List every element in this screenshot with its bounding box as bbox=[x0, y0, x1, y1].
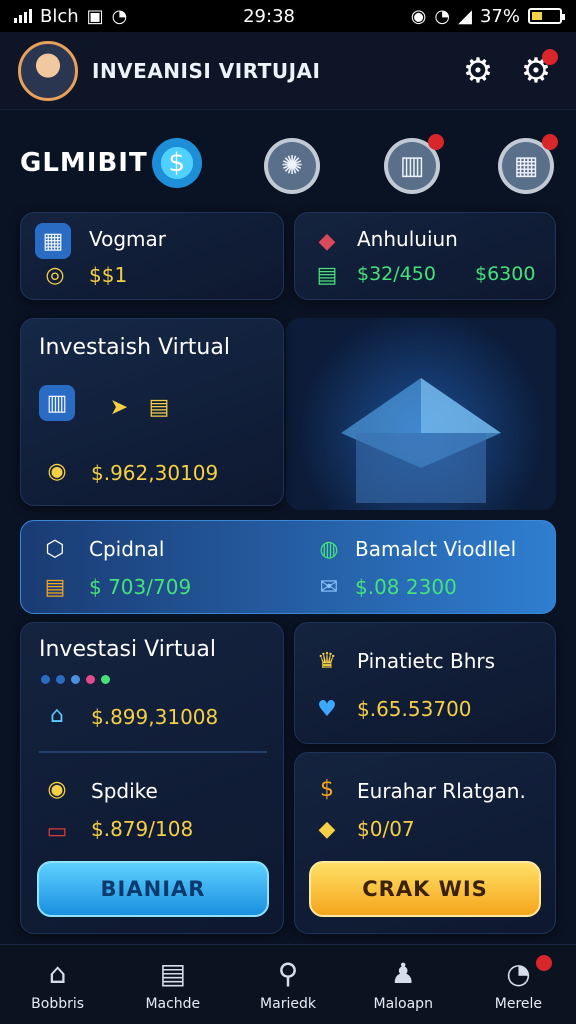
sim-icon: ▣ bbox=[86, 5, 104, 27]
bianiar-button[interactable]: BIANIAR bbox=[37, 861, 269, 917]
page-title: INVEANISI VIRTUJAI bbox=[92, 58, 321, 83]
divider bbox=[39, 751, 267, 753]
card-value: $$1 bbox=[89, 263, 128, 287]
app-header: INVEANISI VIRTUJAI ⚙ ⚙ bbox=[0, 32, 576, 110]
gold-stack-icon: ▤ bbox=[148, 394, 170, 420]
dollar-coin-icon[interactable]: $ bbox=[151, 138, 202, 188]
profile-icon: ◔ bbox=[506, 957, 531, 990]
summary-banner[interactable]: ⬡ Cpidnal ▤ $ 703/709 ◍ Bamalct Viodllel… bbox=[20, 520, 556, 614]
nav-label: Merele bbox=[494, 996, 543, 1012]
notification-badge bbox=[542, 134, 558, 150]
carrier-label: Blch bbox=[40, 5, 79, 27]
battery-level bbox=[532, 12, 542, 20]
search-settings-icon[interactable]: ⚙ bbox=[456, 49, 500, 93]
dollar-box-icon: $ bbox=[320, 776, 334, 802]
arrow-icon: ➤ bbox=[109, 394, 129, 420]
card-value: $.65.53700 bbox=[357, 697, 472, 721]
search-icon: ⚲ bbox=[277, 957, 299, 990]
card-title: Pinatietc Bhrs bbox=[357, 649, 496, 673]
wifi-icon: ◔ bbox=[111, 5, 128, 27]
battery-percent: 37% bbox=[479, 5, 520, 27]
nav-label: Mariedk bbox=[260, 996, 316, 1012]
alarm-icon: ◉ bbox=[410, 5, 427, 27]
anhuluiun-card[interactable]: ◆ Anhuluiun ▤ $32/450 $6300 bbox=[294, 212, 556, 300]
envelope-icon: ✉ bbox=[319, 574, 339, 600]
cash-icon: ▤ bbox=[316, 262, 338, 288]
user-icon: ♟ bbox=[390, 957, 416, 990]
crak-wis-button[interactable]: CRAK WIS bbox=[309, 861, 541, 917]
card-title: Investaish Virtual bbox=[39, 335, 230, 360]
cell-signal-icon: ◢ bbox=[458, 5, 472, 27]
bar-chart-icon[interactable]: ▦ bbox=[498, 134, 558, 194]
card-value: $.899,31008 bbox=[91, 705, 219, 729]
bottom-nav: ⌂ Bobbris ▤ Machde ⚲ Mariedk ♟ Maloapn ◔… bbox=[0, 944, 576, 1024]
gear-icon[interactable]: ⚙ bbox=[514, 48, 558, 93]
crystal-house-icon bbox=[341, 378, 501, 503]
card-title: Anhuluiun bbox=[357, 227, 458, 251]
notification-badge bbox=[536, 955, 553, 971]
notification-badge bbox=[542, 48, 558, 65]
medal-icon: ◉ bbox=[47, 776, 67, 802]
card-title-secondary: Spdike bbox=[91, 779, 158, 803]
nav-item-search[interactable]: ⚲ Mariedk bbox=[230, 945, 345, 1024]
diamond-icon: ◆ bbox=[318, 816, 336, 842]
eurahar-card: $ Eurahar Rlatgan. ◆ $0/07 CRAK WIS bbox=[294, 752, 556, 934]
crown-icon: ♛ bbox=[317, 648, 337, 674]
pinatietc-card[interactable]: ♛ Pinatietc Bhrs ♥ $.65.53700 bbox=[294, 622, 556, 744]
vogmar-card[interactable]: ▦ Vogmar ◎ $$1 bbox=[20, 212, 284, 300]
hero-illustration bbox=[286, 318, 556, 510]
signal-icon bbox=[14, 9, 32, 23]
nav-item-user[interactable]: ♟ Maloapn bbox=[346, 945, 461, 1024]
investaish-card[interactable]: Investaish Virtual ▥ ➤ ▤ ◉ $.962,30109 bbox=[20, 318, 284, 506]
nav-label: Machde bbox=[145, 996, 201, 1012]
person-coin-icon: ◉ bbox=[47, 458, 67, 484]
clock: 29:38 bbox=[243, 5, 295, 27]
wifi-icon: ◔ bbox=[434, 5, 451, 27]
card-value: $.962,30109 bbox=[91, 461, 219, 485]
money-icon: ▤ bbox=[44, 574, 66, 600]
status-bar: Blch ▣ ◔ 29:38 ◉ ◔ ◢ 37% bbox=[0, 0, 576, 32]
banner-value-left: $ 703/709 bbox=[89, 575, 192, 599]
card-value-secondary: $6300 bbox=[475, 263, 536, 285]
shield-icon: ⬡ bbox=[45, 536, 65, 562]
chart-icon: ▥ bbox=[39, 385, 75, 421]
nav-label: Bobbris bbox=[31, 996, 85, 1012]
card-title: Investasi Virtual bbox=[39, 637, 217, 662]
brand-label: GLMIBIT bbox=[20, 148, 148, 178]
calculator-icon: ▦ bbox=[35, 223, 71, 259]
banner-value-right: $.08 2300 bbox=[355, 575, 457, 599]
home-icon: ⌂ bbox=[48, 957, 67, 990]
wallet-icon: ◍ bbox=[319, 536, 339, 562]
nav-item-home[interactable]: ⌂ Bobbris bbox=[0, 945, 115, 1024]
page-dots bbox=[41, 675, 110, 684]
list-icon: ▤ bbox=[159, 957, 187, 990]
gold-coin-icon[interactable]: ✺ bbox=[264, 138, 320, 194]
nav-item-profile[interactable]: ◔ Merele bbox=[461, 945, 576, 1024]
card-value: $32/450 bbox=[357, 263, 436, 285]
nav-item-list[interactable]: ▤ Machde bbox=[115, 945, 230, 1024]
heart-icon: ♥ bbox=[317, 696, 337, 722]
ticket-icon: ▭ bbox=[46, 818, 68, 844]
notification-badge bbox=[428, 134, 444, 150]
card-title: Vogmar bbox=[89, 227, 167, 251]
avatar[interactable] bbox=[18, 40, 78, 101]
battery-icon bbox=[528, 8, 565, 24]
investasi-card: Investasi Virtual ⌂ $.899,31008 ◉ Spdike… bbox=[20, 622, 284, 934]
nav-label: Maloapn bbox=[373, 996, 433, 1012]
card-title: Eurahar Rlatgan. bbox=[357, 779, 526, 803]
house-icon: ⌂ bbox=[50, 702, 64, 728]
card-value: $0/07 bbox=[357, 817, 415, 841]
coins-icon: ◎ bbox=[45, 262, 65, 288]
stats-icon[interactable]: ▥ bbox=[384, 134, 444, 194]
gem-icon: ◆ bbox=[318, 228, 336, 254]
banner-title-left: Cpidnal bbox=[89, 537, 165, 561]
card-value-secondary: $.879/108 bbox=[91, 817, 194, 841]
banner-title-right: Bamalct Viodllel bbox=[355, 537, 517, 561]
